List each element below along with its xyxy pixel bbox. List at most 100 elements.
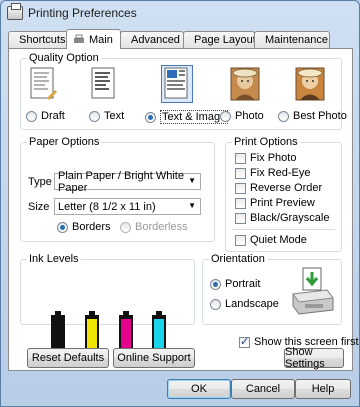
quality-text-image-radio[interactable]: [145, 111, 156, 123]
tab-shortcuts[interactable]: Shortcuts: [8, 31, 68, 48]
paper-size-select[interactable]: Letter (8 1/2 x 11 in) ▼: [54, 198, 201, 215]
window-title: Printing Preferences: [28, 6, 137, 20]
paper-size-label: Size: [28, 201, 50, 213]
tab-advanced[interactable]: Advanced: [120, 31, 184, 48]
fix-photo-label: Fix Photo: [250, 152, 297, 164]
landscape-option[interactable]: Landscape: [210, 298, 279, 310]
orientation-title: Orientation: [209, 253, 267, 265]
print-options-title: Print Options: [232, 136, 300, 148]
quality-photo-radio[interactable]: [220, 110, 231, 122]
tab-page-layout[interactable]: 1 Page Layout: [183, 31, 256, 48]
ink-black-level: [53, 319, 63, 350]
text-quality-icon: [91, 67, 115, 99]
quiet-mode-label: Quiet Mode: [250, 234, 307, 246]
borderless-label: Borderless: [135, 221, 188, 233]
reset-defaults-button[interactable]: Reset Defaults: [27, 348, 109, 368]
quality-text-radio[interactable]: [89, 110, 100, 122]
photo-quality-icon: [230, 67, 260, 101]
ink-black-cartridge: [51, 311, 65, 352]
ink-magenta-cartridge: [119, 311, 133, 352]
paper-type-value: Plain Paper / Bright White Paper: [58, 169, 184, 194]
paper-options-group: Paper Options Type Plain Paper / Bright …: [20, 136, 215, 242]
borderless-option[interactable]: Borderless: [120, 221, 188, 233]
tab-maintenance[interactable]: Maintenance: [254, 31, 330, 48]
ink-yellow-level: [87, 319, 97, 350]
print-preview-checkbox[interactable]: [235, 197, 246, 209]
tab-shortcuts-label: Shortcuts: [19, 34, 66, 46]
printer-icon: [7, 3, 23, 20]
orientation-printer-icon: [292, 267, 334, 315]
ink-levels-title: Ink Levels: [27, 253, 81, 265]
reverse-order-label: Reverse Order: [250, 182, 323, 194]
tab-page-layout-label: Page Layout: [194, 34, 256, 46]
quality-best-photo-label: Best Photo: [293, 110, 347, 122]
print-options-divider: [232, 229, 335, 230]
print-preview-label: Print Preview: [250, 197, 315, 209]
tab-main-label: Main: [89, 33, 113, 46]
quality-draft-radio[interactable]: [26, 110, 37, 122]
black-grayscale-option[interactable]: Black/Grayscale: [235, 212, 329, 224]
ink-yellow-cartridge: [85, 311, 99, 352]
reverse-order-option[interactable]: Reverse Order: [235, 182, 322, 194]
print-preview-option[interactable]: Print Preview: [235, 197, 315, 209]
portrait-label: Portrait: [225, 278, 261, 290]
ok-button[interactable]: OK: [167, 379, 231, 399]
borders-option[interactable]: Borders: [57, 221, 111, 233]
text-image-quality-icon: [161, 65, 193, 103]
tab-main[interactable]: Main: [66, 29, 121, 49]
quality-text-option[interactable]: Text: [89, 110, 124, 122]
borders-radio[interactable]: [57, 221, 68, 233]
quality-text-image-option[interactable]: Text & Image: [145, 110, 229, 124]
quality-option-group: Quality Option Draft Text Text & Image P…: [20, 52, 347, 130]
main-tab-panel: Quality Option Draft Text Text & Image P…: [8, 48, 359, 371]
best-photo-quality-icon: [295, 67, 325, 101]
reverse-order-checkbox[interactable]: [235, 182, 246, 194]
ink-magenta-level: [121, 319, 131, 350]
paper-type-label: Type: [28, 176, 52, 188]
fix-red-eye-option[interactable]: Fix Red-Eye: [235, 167, 311, 179]
tab-maintenance-label: Maintenance: [265, 34, 328, 46]
landscape-radio[interactable]: [210, 298, 221, 310]
quality-draft-option[interactable]: Draft: [26, 110, 65, 122]
ink-levels-group: Ink Levels: [20, 253, 195, 325]
paper-options-title: Paper Options: [27, 136, 102, 148]
quality-text-label: Text: [104, 110, 125, 122]
quality-option-title: Quality Option: [27, 52, 101, 64]
quiet-mode-checkbox[interactable]: [235, 234, 246, 246]
quiet-mode-option[interactable]: Quiet Mode: [235, 234, 307, 246]
landscape-label: Landscape: [225, 298, 279, 310]
ink-cyan-level: [154, 319, 164, 350]
title-bar[interactable]: Printing Preferences: [1, 1, 359, 25]
fix-photo-checkbox[interactable]: [235, 152, 246, 164]
quality-best-photo-option[interactable]: Best Photo: [278, 110, 347, 122]
black-grayscale-label: Black/Grayscale: [250, 212, 330, 224]
paper-size-value: Letter (8 1/2 x 11 in): [58, 200, 156, 213]
quality-draft-label: Draft: [41, 110, 65, 122]
online-support-button[interactable]: Online Support: [113, 348, 195, 368]
portrait-option[interactable]: Portrait: [210, 278, 260, 290]
show-settings-button[interactable]: Show Settings: [284, 346, 344, 370]
print-options-group: Print Options Fix Photo Fix Red-Eye Reve…: [225, 136, 342, 252]
cancel-button[interactable]: Cancel: [231, 379, 295, 399]
show-screen-first-checkbox[interactable]: [239, 335, 250, 348]
fix-red-eye-label: Fix Red-Eye: [250, 167, 311, 179]
fix-red-eye-checkbox[interactable]: [235, 167, 246, 179]
borders-label: Borders: [72, 221, 111, 233]
orientation-group: Orientation Portrait Landscape: [202, 253, 342, 325]
draft-quality-icon: [30, 67, 57, 100]
chevron-down-icon: ▼: [188, 201, 196, 210]
help-button[interactable]: Help: [295, 379, 351, 399]
ink-cyan-cartridge: [152, 311, 166, 352]
black-grayscale-checkbox[interactable]: [235, 212, 246, 224]
chevron-down-icon: ▼: [188, 176, 196, 185]
paper-type-select[interactable]: Plain Paper / Bright White Paper ▼: [54, 170, 201, 194]
tab-advanced-label: Advanced: [131, 34, 180, 46]
tab-strip: Shortcuts Main Advanced 1 Page Layout Ma…: [8, 29, 353, 49]
quality-photo-label: Photo: [235, 110, 264, 122]
borderless-radio[interactable]: [120, 221, 131, 233]
portrait-radio[interactable]: [210, 278, 221, 290]
quality-photo-option[interactable]: Photo: [220, 110, 264, 122]
fix-photo-option[interactable]: Fix Photo: [235, 152, 296, 164]
quality-best-photo-radio[interactable]: [278, 110, 289, 122]
printing-preferences-window: Printing Preferences Shortcuts Main Adva…: [0, 0, 360, 407]
